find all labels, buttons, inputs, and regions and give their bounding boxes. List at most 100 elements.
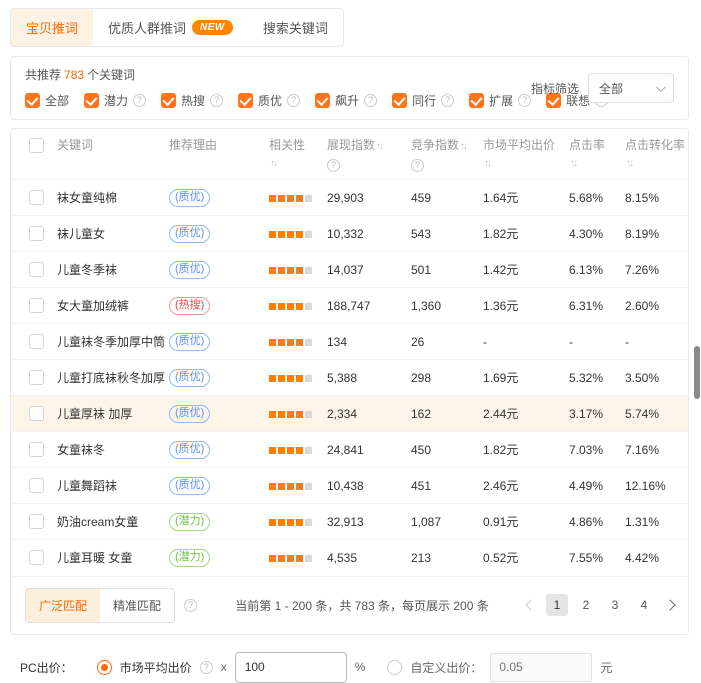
keyword-table-row[interactable]: 儿童冬季袜 (质优) 14,037 501 1.42元 6.13% 7.26% <box>11 252 688 288</box>
keyword-table-row[interactable]: 袜女童纯棉 (质优) 29,903 459 1.64元 5.68% 8.15% <box>11 180 688 216</box>
help-icon[interactable]: ? <box>287 94 300 107</box>
bid-percent-input[interactable] <box>235 652 347 683</box>
ctr-cell: 7.55% <box>569 540 625 576</box>
sort-icon[interactable]: ↑↓ <box>570 158 576 169</box>
reason-tag: (质优) <box>169 261 210 279</box>
table-footer: 广泛匹配 精准匹配 ? 当前第 1 - 200 条，共 783 条，每页展示 2… <box>11 576 688 634</box>
row-checkbox[interactable] <box>29 190 44 205</box>
page-info: 当前第 1 - 200 条，共 783 条，每页展示 200 条 <box>235 597 488 614</box>
checked-checkbox-icon[interactable] <box>161 93 176 108</box>
keyword-table-row[interactable]: 女童袜冬 (质优) 24,841 450 1.82元 7.03% 7.16% <box>11 432 688 468</box>
sort-icon[interactable]: ↑↓ <box>626 158 632 169</box>
help-icon[interactable]: ? <box>411 159 424 172</box>
prev-page-icon[interactable] <box>525 599 536 610</box>
pc-bid-label: PC出价： <box>20 659 73 676</box>
help-icon[interactable]: ? <box>364 94 377 107</box>
ctr-cell: 6.31% <box>569 288 625 324</box>
custom-bid-input[interactable] <box>490 653 592 682</box>
tab-audience-keywords[interactable]: 优质人群推词 NEW <box>93 9 248 46</box>
row-checkbox[interactable] <box>29 334 44 349</box>
filter-checkbox-item[interactable]: 潜力 ? <box>84 92 146 109</box>
help-icon[interactable]: ? <box>184 599 197 612</box>
row-checkbox[interactable] <box>29 550 44 565</box>
help-icon[interactable]: ? <box>210 94 223 107</box>
reason-tag: (质优) <box>169 441 210 459</box>
page-number-1[interactable]: 1 <box>546 594 568 616</box>
row-checkbox[interactable] <box>29 298 44 313</box>
impression-cell: 32,913 <box>327 504 411 540</box>
keyword-table-row[interactable]: 儿童厚袜 加厚 (质优) 2,334 162 2.44元 3.17% 5.74% <box>11 396 688 432</box>
page-number-4[interactable]: 4 <box>633 594 655 616</box>
ctr-cell: 4.30% <box>569 216 625 252</box>
row-checkbox[interactable] <box>29 478 44 493</box>
sort-icon[interactable]: ↑↓ <box>376 141 382 152</box>
row-checkbox[interactable] <box>29 406 44 421</box>
impression-cell: 134 <box>327 324 411 360</box>
col-header-reason: 推荐理由 <box>169 129 269 180</box>
sort-icon[interactable]: ↑↓ <box>270 158 276 169</box>
keyword-table-row[interactable]: 儿童耳暖 女童 (潜力) 4,535 213 0.52元 7.55% 4.42% <box>11 540 688 576</box>
broad-match-button[interactable]: 广泛匹配 <box>26 589 100 622</box>
filter-checkbox-item[interactable]: 全部 <box>25 92 69 109</box>
filter-checkbox-item[interactable]: 飙升 ? <box>315 92 377 109</box>
keyword-table-row[interactable]: 袜儿童女 (质优) 10,332 543 1.82元 4.30% 8.19% <box>11 216 688 252</box>
keyword-cell: 儿童打底袜秋冬加厚 <box>57 360 169 396</box>
checked-checkbox-icon[interactable] <box>25 93 40 108</box>
market-avg-bid-radio[interactable] <box>97 660 112 675</box>
row-checkbox[interactable] <box>29 442 44 457</box>
avg-bid-cell: - <box>483 324 569 360</box>
exact-match-button[interactable]: 精准匹配 <box>100 589 174 622</box>
scrollbar-thumb[interactable] <box>694 346 700 399</box>
relevance-bars <box>269 519 312 526</box>
reason-tag: (质优) <box>169 477 210 495</box>
metric-filter-select[interactable]: 全部 <box>588 73 674 103</box>
reason-tag: (质优) <box>169 369 210 387</box>
filter-checkbox-item[interactable]: 同行 ? <box>392 92 454 109</box>
sort-icon[interactable]: ↑↓ <box>460 141 466 152</box>
competition-cell: 1,087 <box>411 504 483 540</box>
avg-bid-cell: 2.44元 <box>483 396 569 432</box>
cvr-cell: 8.15% <box>625 180 688 216</box>
cvr-cell: 3.50% <box>625 360 688 396</box>
help-icon[interactable]: ? <box>200 661 213 674</box>
checked-checkbox-icon[interactable] <box>84 93 99 108</box>
relevance-bars <box>269 483 312 490</box>
filter-label: 质优 <box>258 92 282 109</box>
page-number-2[interactable]: 2 <box>575 594 597 616</box>
help-icon[interactable]: ? <box>327 159 340 172</box>
filter-checkbox-item[interactable]: 热搜 ? <box>161 92 223 109</box>
row-checkbox[interactable] <box>29 226 44 241</box>
row-checkbox[interactable] <box>29 370 44 385</box>
help-icon[interactable]: ? <box>441 94 454 107</box>
keyword-table-row[interactable]: 女大童加绒裤 (热搜) 188,747 1,360 1.36元 6.31% 2.… <box>11 288 688 324</box>
tab-search-keywords[interactable]: 搜索关键词 <box>248 9 343 46</box>
keyword-table-row[interactable]: 奶油cream女童 (潜力) 32,913 1,087 0.91元 4.86% … <box>11 504 688 540</box>
tab-product-keywords[interactable]: 宝贝推词 <box>11 9 93 46</box>
checked-checkbox-icon[interactable] <box>392 93 407 108</box>
cvr-cell: 2.60% <box>625 288 688 324</box>
keyword-table-row[interactable]: 儿童舞蹈袜 (质优) 10,438 451 2.46元 4.49% 12.16% <box>11 468 688 504</box>
summary-prefix: 共推荐 <box>25 68 61 82</box>
sort-icon[interactable]: ↑↓ <box>484 158 490 169</box>
checked-checkbox-icon[interactable] <box>315 93 330 108</box>
checked-checkbox-icon[interactable] <box>469 93 484 108</box>
select-all-checkbox[interactable] <box>29 138 44 153</box>
row-checkbox[interactable] <box>29 514 44 529</box>
keyword-table-row[interactable]: 儿童袜冬季加厚中筒 (质优) 134 26 - - - <box>11 324 688 360</box>
filter-panel: 共推荐783个关键词 全部 潜力 ? 热搜 ? 质优 ? 飙升 ? 同行 ? 扩… <box>10 56 689 120</box>
filter-checkbox-item[interactable]: 质优 ? <box>238 92 300 109</box>
filter-checkbox-item[interactable]: 扩展 ? <box>469 92 531 109</box>
row-checkbox[interactable] <box>29 262 44 277</box>
help-icon[interactable]: ? <box>518 94 531 107</box>
keyword-cell: 儿童冬季袜 <box>57 252 169 288</box>
next-page-icon[interactable] <box>664 599 675 610</box>
reason-tag: (质优) <box>169 333 210 351</box>
help-icon[interactable]: ? <box>133 94 146 107</box>
relevance-bars <box>269 411 312 418</box>
custom-bid-radio[interactable] <box>387 660 402 675</box>
multiplier-sign: x <box>221 660 227 674</box>
keyword-table-row[interactable]: 儿童打底袜秋冬加厚 (质优) 5,388 298 1.69元 5.32% 3.5… <box>11 360 688 396</box>
page-number-3[interactable]: 3 <box>604 594 626 616</box>
checked-checkbox-icon[interactable] <box>238 93 253 108</box>
keyword-cell: 女童袜冬 <box>57 432 169 468</box>
